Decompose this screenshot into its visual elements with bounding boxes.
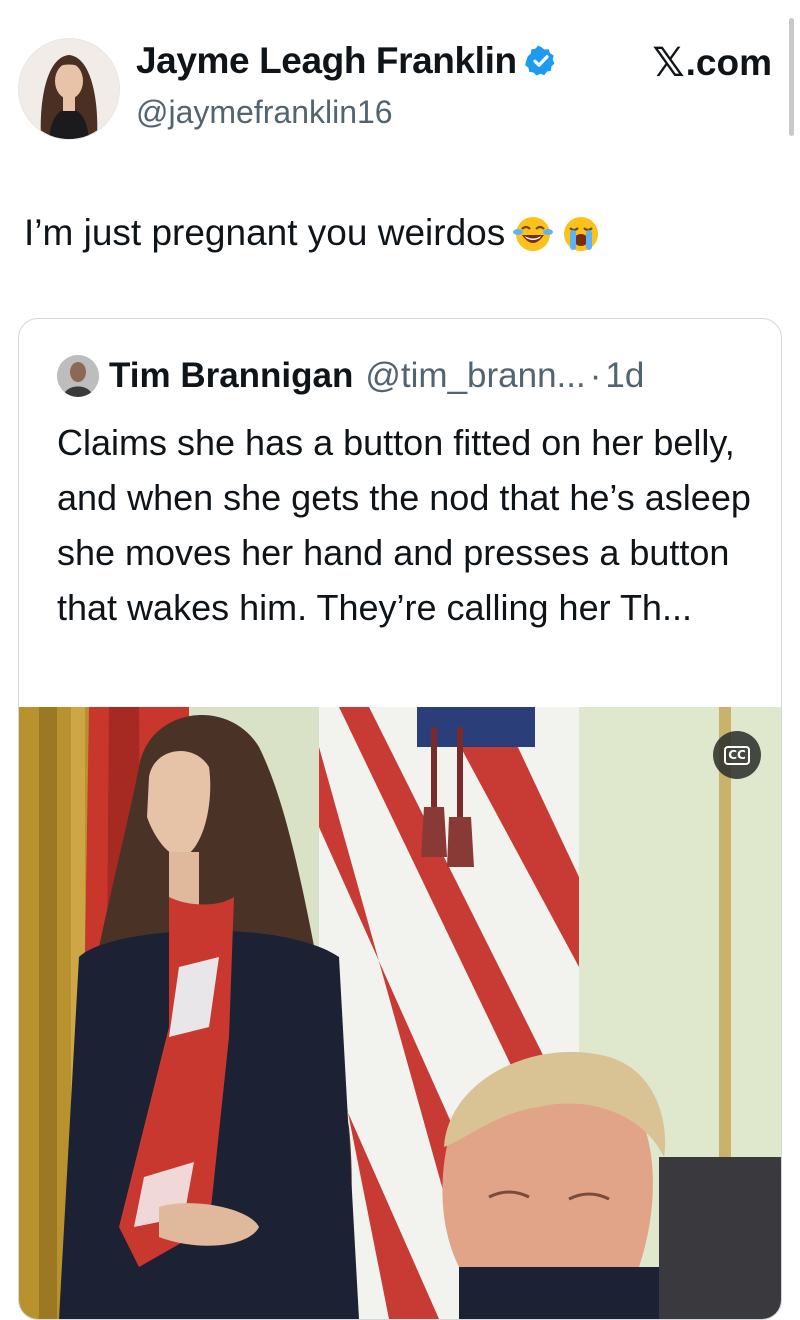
source-label: 𝕏 .com [652, 40, 772, 86]
author-avatar[interactable] [18, 38, 120, 140]
quoted-tweet-header: Tim Brannigan @tim_brann... · 1d [57, 355, 644, 397]
captions-label: CC [724, 745, 750, 765]
tweet-text-row: I’m just pregnant you weirdos [24, 212, 601, 254]
tweet-header: Jayme Leagh Franklin 𝕏 .com @jaymefrankl… [18, 38, 778, 142]
captions-button[interactable]: CC [713, 731, 761, 779]
quoted-video-player[interactable]: CC [19, 707, 781, 1319]
video-frame-image [19, 707, 781, 1319]
quoted-author-handle[interactable]: @tim_brann... [365, 356, 585, 396]
quoted-tweet-text: Claims she has a button fitted on her be… [57, 422, 751, 628]
quoted-tweet-card[interactable]: Tim Brannigan @tim_brann... · 1d Claims … [18, 318, 782, 1320]
author-display-name[interactable]: Jayme Leagh Franklin [136, 40, 517, 82]
source-domain: .com [685, 42, 772, 83]
loudly-crying-face-icon [561, 213, 601, 253]
quoted-author-name[interactable]: Tim Brannigan [109, 356, 353, 396]
quoted-separator: · [589, 356, 602, 395]
quoted-author-avatar[interactable] [57, 355, 99, 397]
verified-badge-icon [524, 45, 557, 77]
quoted-timestamp[interactable]: 1d [605, 356, 644, 396]
author-handle[interactable]: @jaymefranklin16 [136, 94, 393, 131]
x-logo-icon: 𝕏 [652, 40, 685, 86]
scrollbar[interactable] [789, 18, 794, 136]
author-name-row: Jayme Leagh Franklin [136, 40, 557, 82]
tweet-text: I’m just pregnant you weirdos [24, 212, 506, 253]
face-with-tears-of-joy-icon [513, 213, 554, 253]
